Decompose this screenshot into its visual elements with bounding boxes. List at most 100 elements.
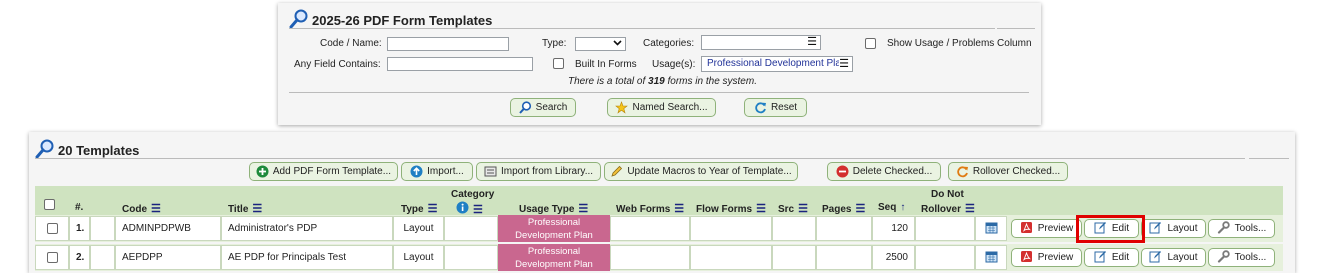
preview-button[interactable]: Preview [1011, 219, 1082, 238]
column-menu-icon: ☰ [965, 203, 975, 215]
templates-title-divider-right [1249, 158, 1289, 159]
col-pages[interactable]: Pages ☰ [822, 202, 865, 215]
column-menu-icon: ☰ [855, 203, 866, 215]
categories-label: Categories: [643, 38, 695, 49]
pdf-icon [1020, 221, 1033, 237]
total-forms-text: There is a total of 319 forms in the sys… [568, 76, 757, 87]
row-flow-forms [690, 245, 772, 270]
pencil-icon [610, 165, 623, 178]
col-flow-forms[interactable]: Flow Forms ☰ [696, 202, 766, 215]
categories-select[interactable]: ☰ [701, 35, 821, 50]
row-usage-type: Professional Development Plan [498, 215, 610, 242]
layout-edit-icon [1149, 250, 1162, 266]
column-menu-icon: ☰ [252, 203, 263, 215]
pdf-icon [1020, 250, 1033, 266]
row-type: Layout [393, 216, 444, 241]
row-web-forms [610, 216, 690, 241]
row-category [444, 245, 498, 270]
row-code: ADMINPDPWB [115, 216, 221, 241]
row-usage-type: Professional Development Plan [498, 244, 610, 271]
usages-select[interactable]: Professional Development Pla ☰ [701, 56, 853, 72]
list-menu-icon: ☰ [807, 36, 817, 48]
row-pages [816, 245, 872, 270]
preview-button[interactable]: Preview [1011, 248, 1082, 267]
row-calendar-cell [975, 216, 1007, 241]
column-menu-icon: ☰ [473, 203, 483, 216]
edit-icon [1094, 250, 1107, 266]
row-seq: 2500 [872, 245, 915, 270]
built-in-checkbox[interactable] [553, 58, 564, 69]
type-select[interactable] [575, 37, 626, 51]
any-field-label: Any Field Contains: [294, 59, 381, 70]
column-menu-icon: ☰ [151, 203, 161, 215]
upload-icon [410, 165, 423, 178]
show-usage-checkbox[interactable] [865, 38, 876, 49]
reset-button[interactable]: Reset [744, 98, 807, 117]
layout-button[interactable]: Layout [1141, 248, 1206, 267]
col-rollover[interactable]: Rollover ☰ [921, 202, 975, 215]
col-src[interactable]: Src ☰ [778, 202, 808, 215]
row-number: 1. [69, 216, 90, 241]
search-button[interactable]: Search [510, 98, 576, 117]
layout-button[interactable]: Layout [1141, 219, 1206, 238]
row-type: Layout [393, 245, 444, 270]
column-menu-icon: ☰ [578, 203, 589, 215]
row-category [444, 216, 498, 241]
any-field-input[interactable] [387, 57, 533, 71]
row-pages [816, 216, 872, 241]
col-num: #. [75, 202, 84, 213]
delete-icon [836, 165, 849, 178]
column-menu-icon: ☰ [674, 203, 685, 215]
wrench-icon [1217, 220, 1230, 237]
row-checkbox[interactable] [46, 223, 58, 234]
col-do-not-label: Do Not [931, 189, 964, 200]
code-name-label: Code / Name: [320, 38, 382, 49]
col-web-forms[interactable]: Web Forms ☰ [616, 202, 684, 215]
search-icon [518, 101, 532, 114]
add-template-button[interactable]: Add PDF Form Template... [249, 162, 398, 181]
row-number: 2. [69, 245, 90, 270]
usages-label: Usage(s): [652, 59, 696, 70]
col-usage-type[interactable]: Usage Type ☰ [519, 202, 588, 215]
col-title[interactable]: Title ☰ [228, 202, 262, 215]
edit-button-highlight [1076, 215, 1145, 243]
row-code: AEPDPP [115, 245, 221, 270]
built-in-label: Built In Forms [575, 59, 637, 70]
row-src [772, 216, 816, 241]
rollover-icon [956, 165, 969, 178]
row-checkbox-cell [35, 245, 69, 270]
col-seq[interactable]: Seq ↑ [878, 202, 905, 213]
search-divider [289, 92, 1029, 93]
edit-button[interactable]: Edit [1084, 248, 1139, 267]
row-blank-cell [90, 245, 115, 270]
code-name-input[interactable] [387, 37, 509, 51]
row-flow-forms [690, 216, 772, 241]
tools-button[interactable]: Tools... [1208, 219, 1275, 238]
show-usage-label: Show Usage / Problems Column [887, 38, 1032, 49]
row-src [772, 245, 816, 270]
templates-title-divider [35, 158, 1245, 159]
col-code[interactable]: Code ☰ [122, 202, 161, 215]
wrench-icon [1217, 249, 1230, 266]
delete-checked-button[interactable]: Delete Checked... [827, 162, 941, 181]
sort-up-icon: ↑ [900, 202, 906, 213]
import-button[interactable]: Import... [401, 162, 473, 181]
plus-circle-icon [256, 165, 269, 178]
update-macros-button[interactable]: Update Macros to Year of Template... [604, 162, 798, 181]
calendar-icon[interactable] [985, 250, 998, 266]
rollover-checked-button[interactable]: Rollover Checked... [948, 162, 1068, 181]
column-menu-icon: ☰ [756, 203, 766, 215]
layout-edit-icon [1149, 221, 1162, 237]
named-search-button[interactable]: Named Search... [607, 98, 716, 117]
import-library-button[interactable]: Import from Library... [476, 162, 601, 181]
row-title: Administrator's PDP [221, 216, 393, 241]
row-checkbox-cell [35, 216, 69, 241]
col-type[interactable]: Type ☰ [401, 202, 437, 215]
row-web-forms [610, 245, 690, 270]
column-menu-icon: ☰ [798, 203, 808, 215]
tools-button[interactable]: Tools... [1208, 248, 1275, 267]
calendar-icon[interactable] [985, 221, 998, 237]
row-rollover [915, 216, 975, 241]
select-all-checkbox[interactable] [44, 199, 55, 210]
row-checkbox[interactable] [46, 252, 58, 263]
